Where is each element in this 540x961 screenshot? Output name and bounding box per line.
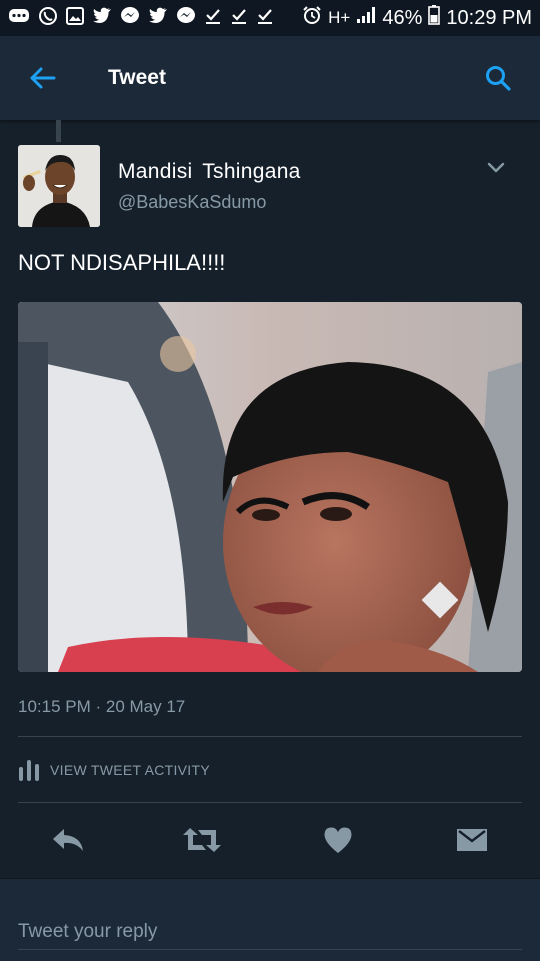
clock: 10:29 PM: [446, 6, 532, 29]
data-icon: H+: [328, 8, 351, 27]
messenger-icon: [176, 6, 196, 31]
divider: [18, 802, 522, 803]
direct-message-button[interactable]: [452, 820, 492, 860]
author-name[interactable]: Mandisi Tshingana: [118, 160, 301, 184]
twitter-icon: [148, 7, 168, 29]
chevron-down-icon: [487, 162, 505, 173]
reply-icon: [53, 829, 83, 851]
download-done-icon: [256, 7, 274, 30]
alarm-icon: [302, 5, 322, 31]
back-arrow-icon: [30, 67, 56, 89]
tweet-photo[interactable]: [18, 302, 522, 672]
analytics-icon: [19, 760, 39, 781]
app-bar: Tweet: [0, 36, 540, 120]
tweet-options-button[interactable]: [482, 154, 510, 182]
retweet-button[interactable]: [182, 820, 222, 860]
avatar[interactable]: [18, 145, 100, 227]
search-button[interactable]: [478, 58, 518, 98]
chat-icon: [8, 7, 30, 30]
divider: [18, 736, 522, 737]
notification-icons: [8, 6, 274, 31]
gallery-icon: [66, 6, 84, 30]
download-done-icon: [230, 7, 248, 30]
reply-button[interactable]: [48, 820, 88, 860]
reply-input[interactable]: [18, 915, 522, 950]
battery-percent: 46%: [382, 6, 423, 29]
view-tweet-activity-label: VIEW TWEET ACTIVITY: [50, 762, 210, 778]
thread-connector-line: [56, 120, 61, 142]
whatsapp-icon: [38, 6, 58, 31]
retweet-icon: [183, 828, 221, 852]
tweet-actions: [0, 810, 540, 866]
twitter-icon: [92, 7, 112, 29]
tweet-timestamp: 10:15 PM · 20 May 17: [18, 697, 186, 716]
status-bar: H+ 46% 10:29 PM: [0, 0, 540, 36]
search-icon: [486, 66, 511, 91]
envelope-icon: [457, 829, 487, 851]
download-done-icon: [204, 7, 222, 30]
reply-bar: [0, 878, 540, 961]
author-handle[interactable]: @BabesKaSdumo: [118, 192, 266, 213]
system-indicators: H+ 46% 10:29 PM: [302, 5, 532, 31]
heart-icon: [324, 827, 352, 853]
page-title: Tweet: [108, 66, 166, 89]
battery-icon: [428, 5, 441, 31]
messenger-icon: [120, 6, 140, 31]
view-tweet-activity-button[interactable]: VIEW TWEET ACTIVITY: [18, 752, 210, 788]
tweet-text: NOT NDISAPHILA!!!!: [18, 250, 226, 275]
like-button[interactable]: [318, 820, 358, 860]
back-button[interactable]: [22, 58, 62, 98]
signal-icon: [356, 6, 376, 30]
